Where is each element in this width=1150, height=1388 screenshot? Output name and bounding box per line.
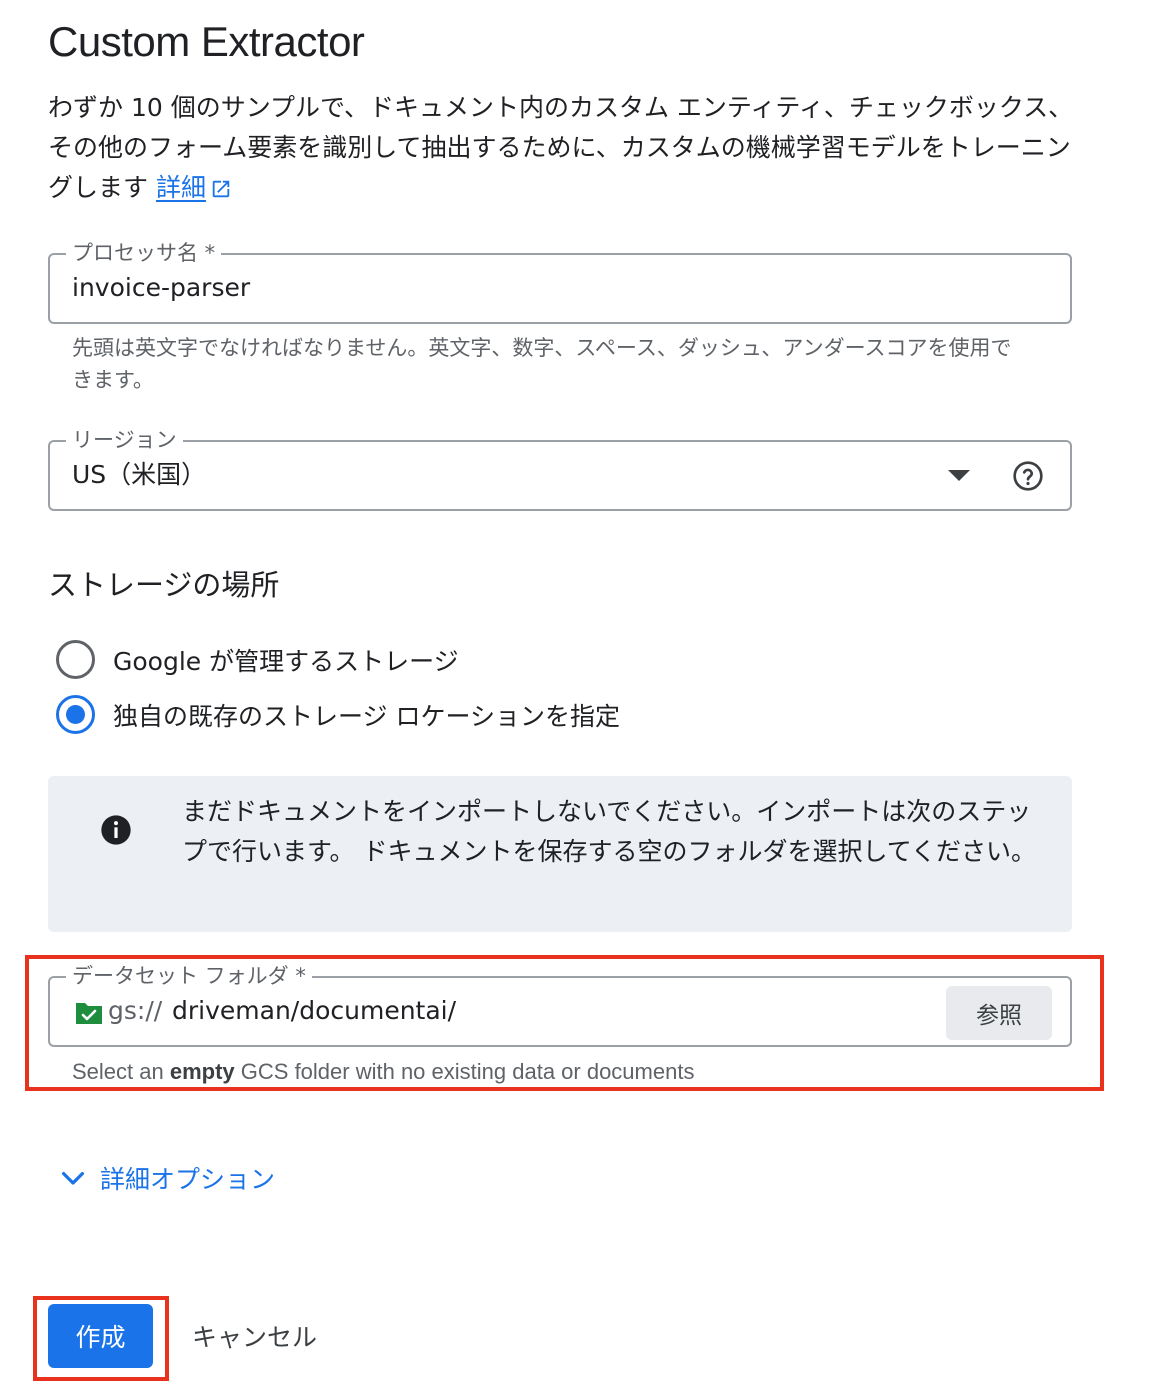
browse-button[interactable]: 参照 — [946, 986, 1052, 1040]
radio-label: 独自の既存のストレージ ロケーションを指定 — [113, 701, 620, 731]
info-text: まだドキュメントをインポートしないでください。インポートは次のステップで行います… — [182, 797, 1036, 866]
radio-button[interactable] — [56, 640, 95, 679]
dataset-folder-hint: Select an empty GCS folder with no exist… — [72, 1059, 695, 1084]
open-in-new-icon — [212, 180, 230, 198]
radio-label: Google が管理するストレージ — [113, 646, 459, 676]
processor-name-field[interactable]: プロセッサ名 * invoice-parser — [48, 239, 1072, 324]
region-value: US（米国） — [72, 460, 207, 489]
radio-button[interactable] — [56, 695, 95, 734]
advanced-options-label: 詳細オプション — [100, 1165, 276, 1194]
storage-section-title: ストレージの場所 — [48, 568, 280, 602]
dataset-folder-field[interactable]: データセット フォルダ * gs:// driveman/documentai/… — [48, 962, 1072, 1047]
processor-name-input[interactable]: invoice-parser — [72, 271, 250, 305]
dropdown-arrow-icon[interactable] — [948, 470, 970, 481]
info-banner: まだドキュメントをインポートしないでください。インポートは次のステップで行います… — [48, 776, 1072, 932]
gs-prefix: gs:// — [108, 996, 163, 1025]
learn-more-link[interactable]: 詳細 — [156, 173, 232, 202]
advanced-options-toggle[interactable]: 詳細オプション — [58, 1160, 275, 1196]
dataset-folder-label: データセット フォルダ * — [66, 962, 312, 990]
radio-google-managed[interactable]: Google が管理するストレージ — [56, 640, 459, 679]
folder-check-icon — [76, 1003, 102, 1024]
info-icon — [101, 815, 131, 845]
radio-custom-location[interactable]: 独自の既存のストレージ ロケーションを指定 — [56, 695, 620, 734]
region-select[interactable]: リージョン US（米国） — [48, 426, 1072, 511]
create-button[interactable]: 作成 — [48, 1304, 153, 1368]
region-label: リージョン — [66, 426, 183, 454]
page-title: Custom Extractor — [48, 18, 365, 65]
help-icon[interactable] — [1012, 460, 1044, 492]
chevron-down-icon — [62, 1172, 84, 1185]
processor-name-label: プロセッサ名 * — [66, 239, 222, 267]
dataset-folder-input[interactable]: driveman/documentai/ — [172, 994, 456, 1028]
processor-name-hint: 先頭は英文字でなければなりません。英文字、数字、スペース、ダッシュ、アンダースコ… — [72, 336, 1012, 392]
cancel-button[interactable]: キャンセル — [180, 1304, 329, 1368]
description: わずか 10 個のサンプルで、ドキュメント内のカスタム エンティティ、チェックボ… — [48, 88, 1088, 208]
